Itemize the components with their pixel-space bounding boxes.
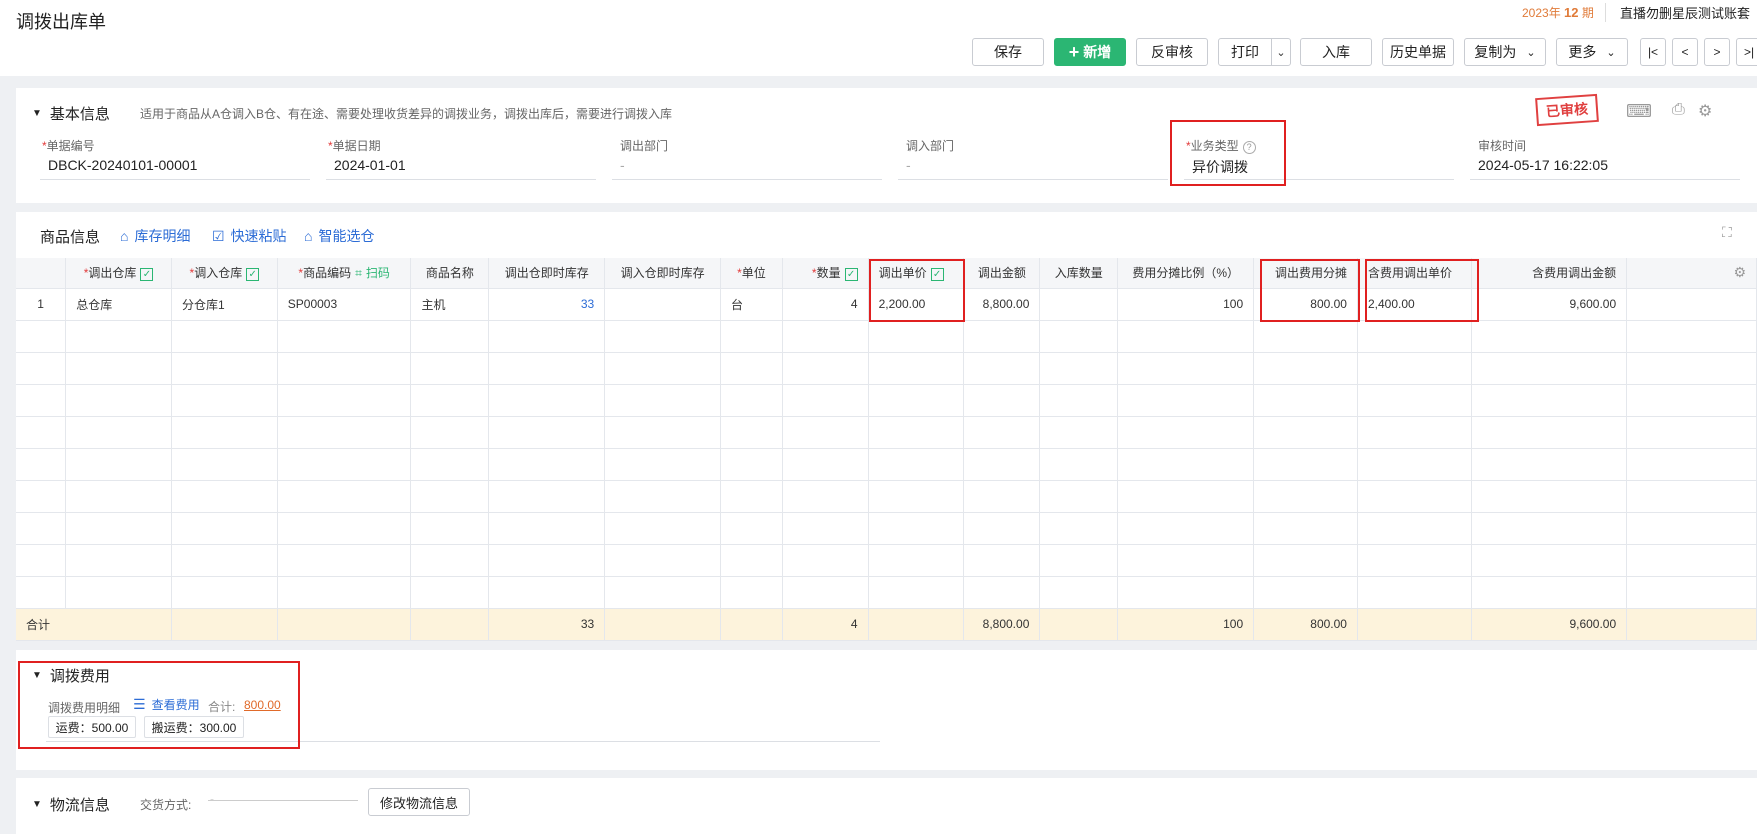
in-dept-label: 调入部门 — [906, 139, 955, 153]
empty-row — [16, 544, 1757, 577]
col-ratio: 费用分摊比例（%） — [1117, 258, 1255, 289]
delivery-label: 交货方式: — [140, 798, 192, 812]
chevron-down-icon: ⌄ — [1526, 46, 1536, 59]
empty-row — [16, 576, 1757, 609]
col-in-wh: *调入仓库 ✓ — [171, 258, 278, 289]
print-button[interactable]: 打印 — [1218, 38, 1272, 66]
print-dropdown-chevron-icon[interactable]: ⌄ — [1271, 38, 1291, 66]
add-button[interactable]: + 新增 — [1054, 38, 1126, 66]
fees-highlight — [18, 661, 300, 749]
stock-in-button[interactable]: 入库 — [1300, 38, 1372, 66]
scan-icon: ⌗ — [355, 266, 362, 281]
doc-date-label: *单据日期 — [328, 139, 381, 153]
total-row: 合计 33 4 8,800.00 100 800.00 9,600.00 — [16, 608, 1757, 641]
gear-icon[interactable]: ⚙ — [1698, 101, 1712, 121]
col-out-wh: *调出仓库 ✓ — [65, 258, 172, 289]
logistics-toggle[interactable]: ▼ 物流信息 — [32, 794, 110, 815]
empty-row — [16, 320, 1757, 353]
audit-time-field: 2024-05-17 16:22:05 — [1478, 157, 1608, 173]
empty-row — [16, 448, 1757, 481]
col-qty: *数量 ✓ — [782, 258, 869, 289]
col-amount-with-fee: 含费用调出金额 — [1471, 258, 1628, 289]
audited-stamp: 已审核 — [1535, 93, 1599, 127]
empty-row — [16, 480, 1757, 513]
empty-row — [16, 384, 1757, 417]
check-square-icon: ☑ — [212, 227, 225, 244]
quick-paste-link[interactable]: ☑ 快速粘贴 — [212, 226, 287, 246]
plus-icon: + — [1068, 42, 1080, 62]
first-record-button[interactable]: |< — [1640, 38, 1666, 66]
out-price-highlight — [869, 259, 965, 322]
page-title: 调拨出库单 — [16, 12, 106, 32]
biz-type-highlight — [1170, 120, 1286, 186]
stock-detail-link[interactable]: ⌂ 库存明细 — [120, 226, 190, 246]
in-dept-field[interactable]: - — [906, 157, 911, 173]
col-out-stock: 调出仓即时库存 — [488, 258, 606, 289]
doc-number-field[interactable]: DBCK-20240101-00001 — [48, 157, 197, 173]
basic-info-toggle[interactable]: ▼ 基本信息 — [32, 103, 110, 124]
collapse-triangle-icon: ▼ — [32, 799, 42, 810]
col-in-stock: 调入仓即时库存 — [604, 258, 722, 289]
next-record-button[interactable]: > — [1704, 38, 1730, 66]
doc-number-label: *单据编号 — [42, 139, 95, 153]
prev-record-button[interactable]: < — [1672, 38, 1698, 66]
warehouse-icon: ⌂ — [304, 228, 313, 244]
fullscreen-icon[interactable]: ⛶ — [1722, 224, 1732, 241]
audit-time-label: 审核时间 — [1478, 139, 1527, 153]
chevron-down-icon: ⌄ — [1606, 46, 1616, 59]
collapse-triangle-icon: ▼ — [32, 108, 42, 119]
copy-as-button[interactable]: 复制为 ⌄ — [1464, 38, 1546, 66]
more-button[interactable]: 更多 ⌄ — [1556, 38, 1628, 66]
save-button[interactable]: 保存 — [972, 38, 1044, 66]
logistics-card — [16, 778, 1757, 834]
account-selector[interactable]: 直播勿删星辰测试账套⌄ — [1605, 3, 1757, 22]
keyboard-icon[interactable]: ⌨ — [1626, 101, 1652, 122]
basic-info-description: 适用于商品从A仓调入B仓、有在途、需要处理收货差异的调拨业务，调拨出库后，需要进… — [140, 107, 673, 121]
col-in-qty: 入库数量 — [1039, 258, 1119, 289]
print-settings-icon[interactable]: ⎙ — [1672, 101, 1685, 119]
empty-row — [16, 352, 1757, 385]
empty-row — [16, 512, 1757, 545]
column-settings-icon[interactable]: ⚙ — [1626, 258, 1757, 289]
col-unit: *单位 — [720, 258, 783, 289]
col-name: 商品名称 — [410, 258, 490, 289]
home-icon: ⌂ — [120, 228, 129, 244]
period-indicator: 2023年 12 期 — [1522, 5, 1594, 20]
history-button[interactable]: 历史单据 — [1382, 38, 1454, 66]
col-code: *商品编码 ⌗ 扫码 — [277, 258, 412, 289]
last-record-button[interactable]: >| — [1736, 38, 1757, 66]
out-dept-label: 调出部门 — [620, 139, 669, 153]
fee-share-highlight — [1260, 259, 1360, 322]
unaudit-button[interactable]: 反审核 — [1136, 38, 1208, 66]
price-with-fee-highlight — [1365, 259, 1479, 322]
col-out-amount: 调出金额 — [963, 258, 1041, 289]
smart-warehouse-link[interactable]: ⌂ 智能选仓 — [304, 226, 374, 246]
edit-logistics-button[interactable]: 修改物流信息 — [368, 788, 470, 816]
empty-row — [16, 416, 1757, 449]
delivery-field[interactable]: - — [210, 792, 214, 806]
goods-section-title: 商品信息 — [40, 229, 101, 246]
out-dept-field[interactable]: - — [620, 157, 625, 173]
doc-date-field[interactable]: 2024-01-01 — [334, 157, 406, 173]
